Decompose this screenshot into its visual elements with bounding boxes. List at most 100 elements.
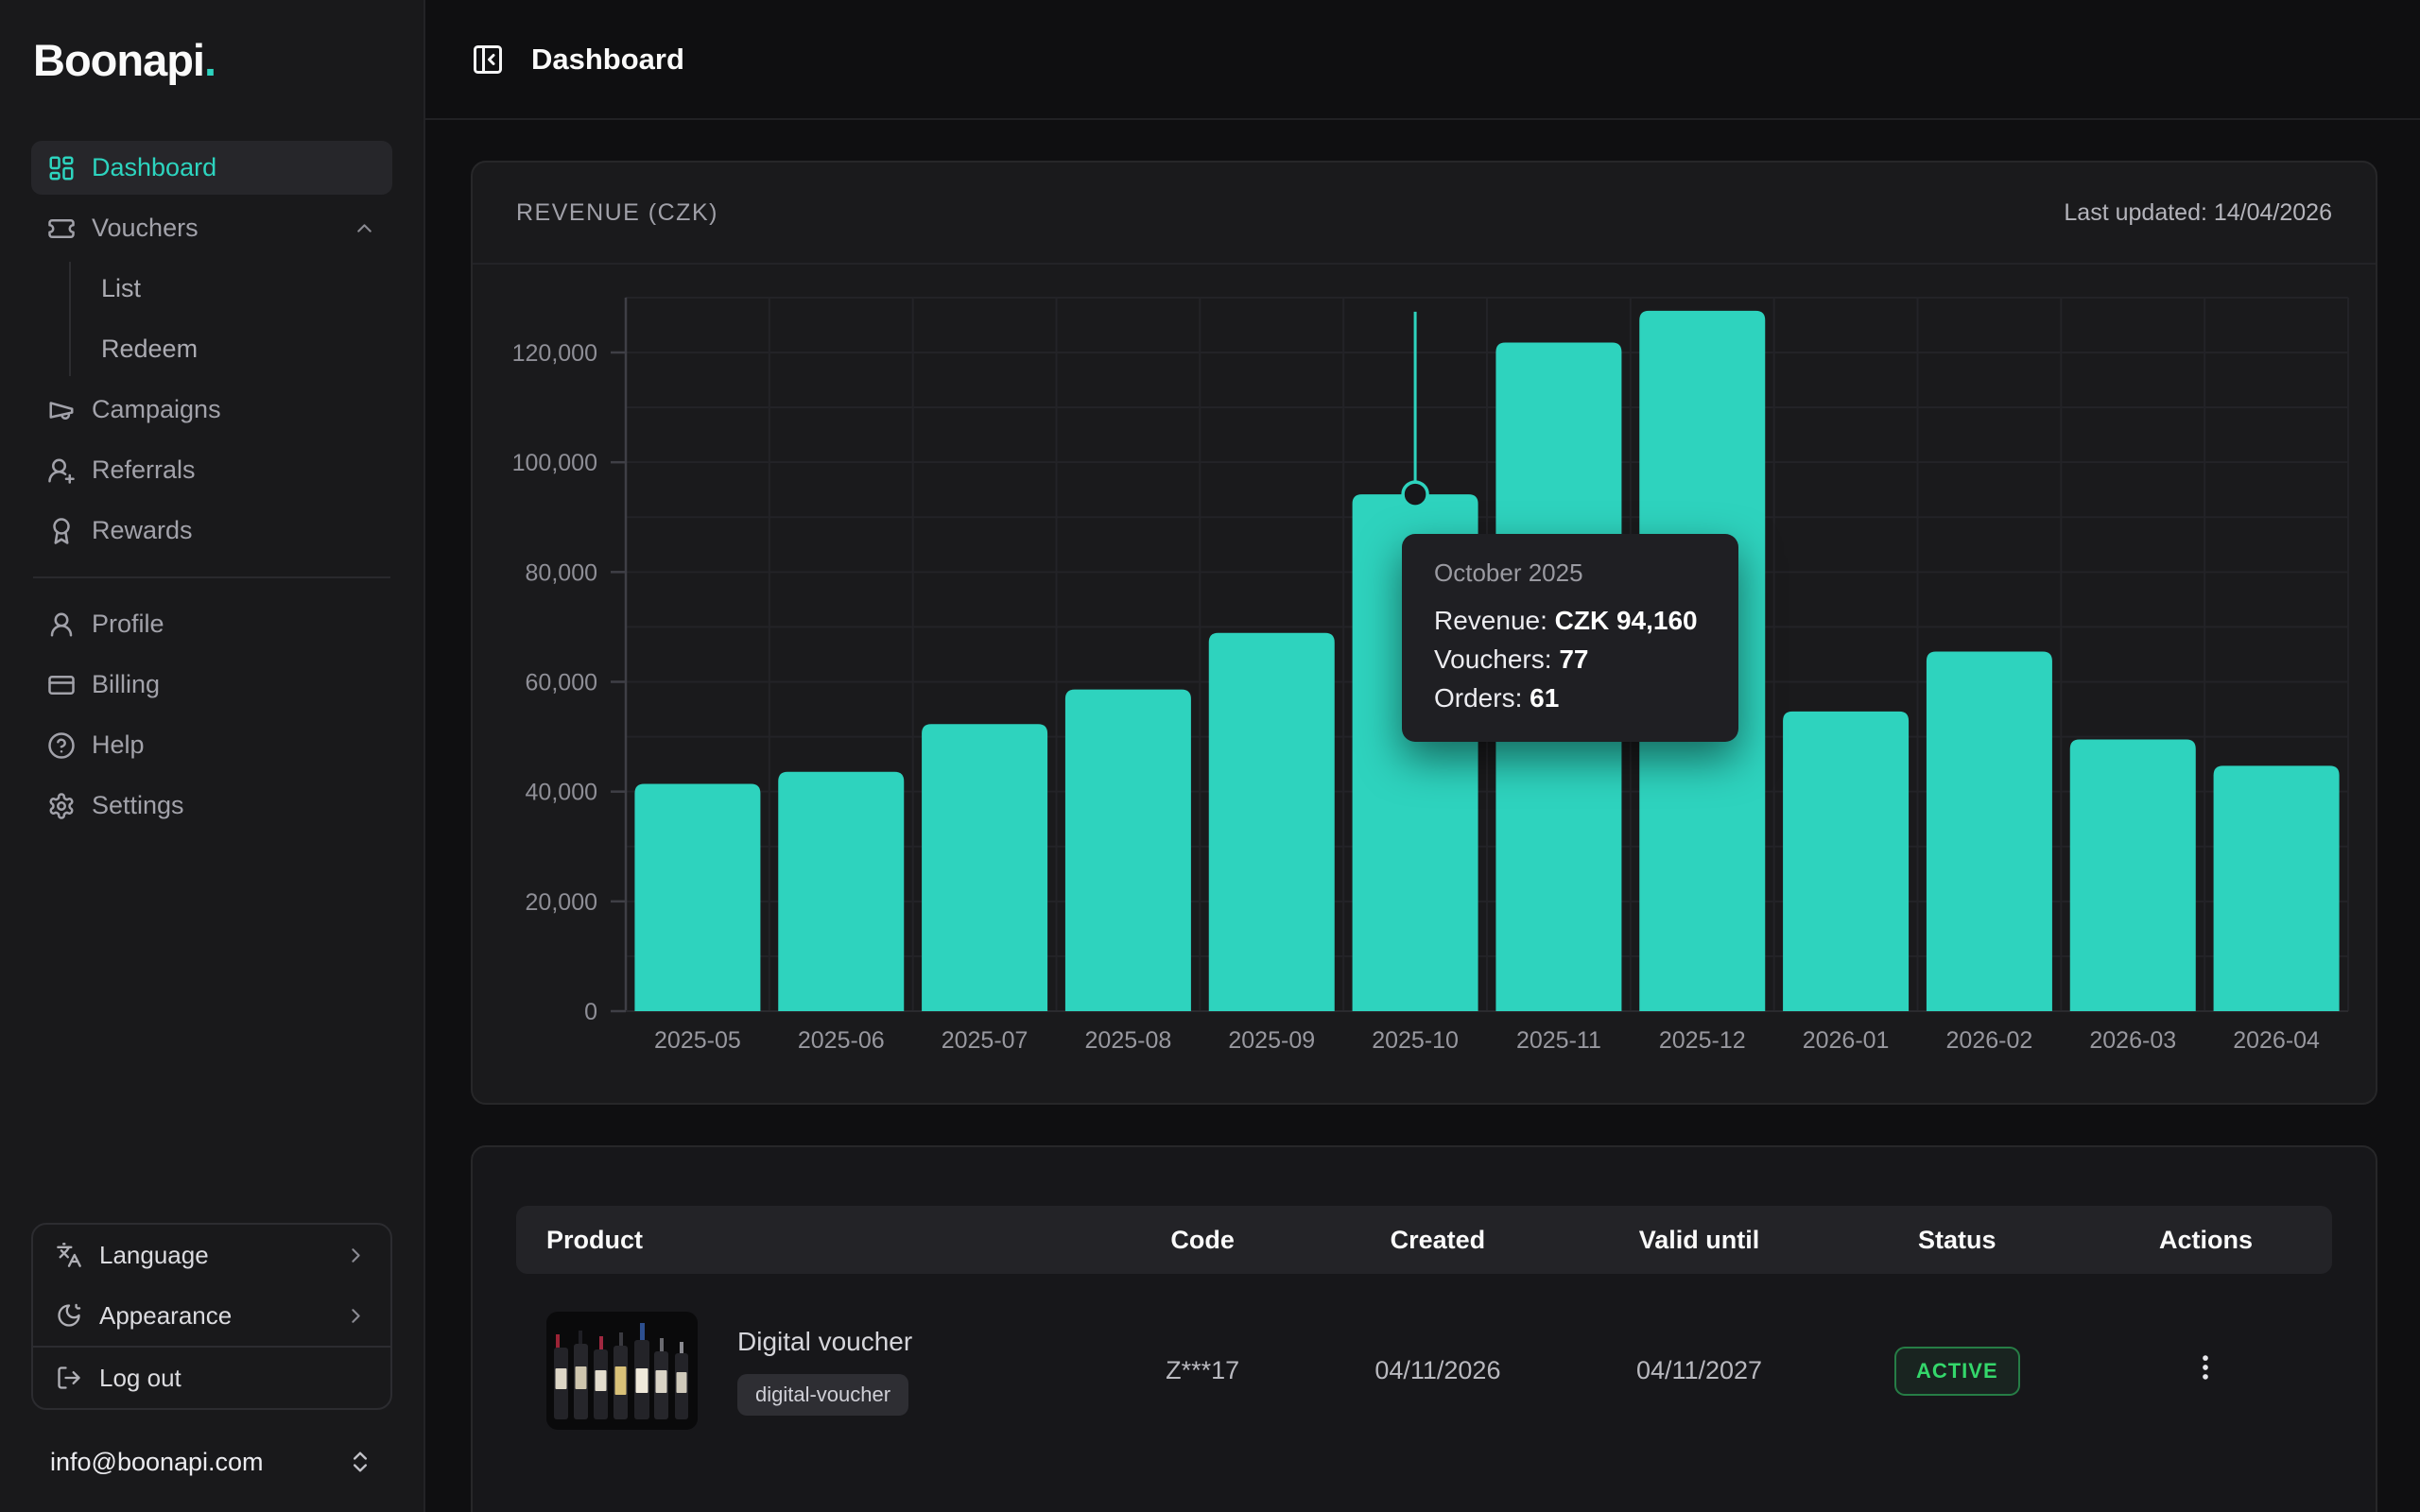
- ticket-icon: [47, 215, 76, 243]
- svg-text:2026-01: 2026-01: [1803, 1027, 1890, 1054]
- svg-text:2026-04: 2026-04: [2233, 1027, 2320, 1054]
- tooltip-orders-row: Orders: 61: [1434, 679, 1706, 717]
- sidebar-item-label: Settings: [92, 791, 184, 820]
- column-header-actions: Actions: [2080, 1226, 2332, 1255]
- svg-text:2025-08: 2025-08: [1085, 1027, 1172, 1054]
- sidebar-item-settings[interactable]: Settings: [31, 779, 392, 833]
- sidebar-item-redeem[interactable]: Redeem: [101, 322, 392, 376]
- sidebar-item-label: Referrals: [92, 455, 196, 485]
- revenue-card: REVENUE (CZK) Last updated: 14/04/2026 0…: [471, 161, 2377, 1105]
- svg-text:20,000: 20,000: [526, 889, 597, 916]
- content: REVENUE (CZK) Last updated: 14/04/2026 0…: [425, 120, 2420, 1512]
- sidebar-divider: [33, 576, 390, 578]
- sidebar-item-label: Vouchers: [92, 214, 199, 243]
- sidebar-item-list[interactable]: List: [101, 262, 392, 316]
- brand-name: Boonapi: [33, 35, 204, 85]
- page-title: Dashboard: [531, 43, 684, 77]
- app-root: Boonapi. Dashboard Vouchers List Redeem …: [0, 0, 2420, 1512]
- gear-icon: [47, 792, 76, 820]
- moon-icon: [56, 1302, 82, 1329]
- language-menu-item[interactable]: Language: [33, 1225, 390, 1285]
- user-icon: [47, 610, 76, 639]
- last-updated-label: Last updated: 14/04/2026: [2064, 199, 2332, 227]
- revenue-card-header: REVENUE (CZK) Last updated: 14/04/2026: [473, 163, 2376, 265]
- logout-menu-item[interactable]: Log out: [33, 1348, 390, 1408]
- svg-text:0: 0: [584, 999, 597, 1025]
- sidebar-item-billing[interactable]: Billing: [31, 658, 392, 712]
- chart-tooltip: October 2025 Revenue: CZK 94,160 Voucher…: [1402, 534, 1738, 742]
- user-plus-icon: [47, 456, 76, 485]
- top-bar: Dashboard: [425, 0, 2420, 120]
- sidebar-footer-menu: Language Appearance Log out: [31, 1223, 392, 1410]
- table-header: Product Code Created Valid until Status …: [516, 1206, 2332, 1274]
- sidebar-nav: Dashboard Vouchers List Redeem Campaigns…: [31, 141, 392, 839]
- vouchers-table-card: Product Code Created Valid until Status …: [471, 1145, 2377, 1512]
- sidebar-item-label: List: [101, 274, 141, 303]
- product-image: [546, 1312, 698, 1430]
- tooltip-revenue-row: Revenue: CZK 94,160: [1434, 601, 1706, 640]
- account-email: info@boonapi.com: [50, 1448, 347, 1477]
- product-name: Digital voucher: [737, 1327, 912, 1357]
- menu-item-label: Language: [99, 1241, 209, 1270]
- sidebar-item-label: Campaigns: [92, 395, 221, 424]
- sidebar: Boonapi. Dashboard Vouchers List Redeem …: [0, 0, 425, 1512]
- chevron-right-icon: [344, 1244, 368, 1267]
- table-row[interactable]: Digital voucher digital-voucher Z***17 0…: [516, 1312, 2332, 1430]
- appearance-menu-item[interactable]: Appearance: [33, 1285, 390, 1346]
- sidebar-item-label: Rewards: [92, 516, 193, 545]
- chevron-up-icon: [353, 216, 376, 240]
- row-actions-kebab-icon[interactable]: [2189, 1351, 2221, 1383]
- svg-text:2025-10: 2025-10: [1372, 1027, 1459, 1054]
- column-header-status: Status: [1835, 1226, 2080, 1255]
- sidebar-collapse-icon[interactable]: [471, 43, 505, 77]
- product-tag: digital-voucher: [737, 1374, 908, 1416]
- chevron-right-icon: [344, 1304, 368, 1328]
- sidebar-item-profile[interactable]: Profile: [31, 597, 392, 651]
- column-header-valid-until: Valid until: [1564, 1226, 1834, 1255]
- sidebar-item-dashboard[interactable]: Dashboard: [31, 141, 392, 195]
- languages-icon: [56, 1242, 82, 1268]
- svg-text:2025-06: 2025-06: [798, 1027, 885, 1054]
- code-cell: Z***17: [1094, 1356, 1312, 1385]
- svg-text:100,000: 100,000: [512, 450, 597, 476]
- status-cell: ACTIVE: [1835, 1347, 2080, 1396]
- sidebar-item-referrals[interactable]: Referrals: [31, 443, 392, 497]
- brand-dot: .: [204, 35, 216, 85]
- svg-text:2025-05: 2025-05: [654, 1027, 741, 1054]
- logout-icon: [56, 1365, 82, 1391]
- column-header-product: Product: [516, 1226, 1094, 1255]
- sidebar-footer: Language Appearance Log out info@boon: [31, 1223, 392, 1493]
- status-badge: ACTIVE: [1894, 1347, 2020, 1396]
- sidebar-item-label: Help: [92, 730, 145, 760]
- svg-text:2025-12: 2025-12: [1659, 1027, 1746, 1054]
- svg-text:2025-11: 2025-11: [1516, 1027, 1601, 1054]
- sidebar-item-label: Redeem: [101, 335, 198, 364]
- account-switcher[interactable]: info@boonapi.com: [31, 1431, 392, 1493]
- revenue-chart[interactable]: 020,00040,00060,00080,000100,000120,0002…: [473, 265, 2376, 1105]
- sidebar-item-rewards[interactable]: Rewards: [31, 504, 392, 558]
- svg-text:80,000: 80,000: [526, 559, 597, 586]
- valid-until-cell: 04/11/2027: [1564, 1356, 1834, 1385]
- svg-text:2026-03: 2026-03: [2089, 1027, 2176, 1054]
- sidebar-item-label: Billing: [92, 670, 160, 699]
- sidebar-item-help[interactable]: Help: [31, 718, 392, 772]
- main-area: Dashboard REVENUE (CZK) Last updated: 14…: [425, 0, 2420, 1512]
- svg-text:120,000: 120,000: [512, 340, 597, 367]
- svg-text:2025-09: 2025-09: [1228, 1027, 1315, 1054]
- brand-logo: Boonapi.: [33, 34, 392, 86]
- tooltip-vouchers-row: Vouchers: 77: [1434, 640, 1706, 679]
- award-icon: [47, 517, 76, 545]
- product-cell: Digital voucher digital-voucher: [516, 1312, 1094, 1430]
- svg-text:40,000: 40,000: [526, 780, 597, 806]
- column-header-code: Code: [1094, 1226, 1312, 1255]
- sidebar-item-vouchers[interactable]: Vouchers: [31, 201, 392, 255]
- dashboard-icon: [47, 154, 76, 182]
- megaphone-icon: [47, 396, 76, 424]
- created-cell: 04/11/2026: [1311, 1356, 1564, 1385]
- svg-text:2025-07: 2025-07: [942, 1027, 1028, 1054]
- vouchers-submenu: List Redeem: [69, 262, 392, 376]
- sidebar-item-campaigns[interactable]: Campaigns: [31, 383, 392, 437]
- sidebar-item-label: Dashboard: [92, 153, 216, 182]
- credit-card-icon: [47, 671, 76, 699]
- sidebar-item-label: Profile: [92, 610, 164, 639]
